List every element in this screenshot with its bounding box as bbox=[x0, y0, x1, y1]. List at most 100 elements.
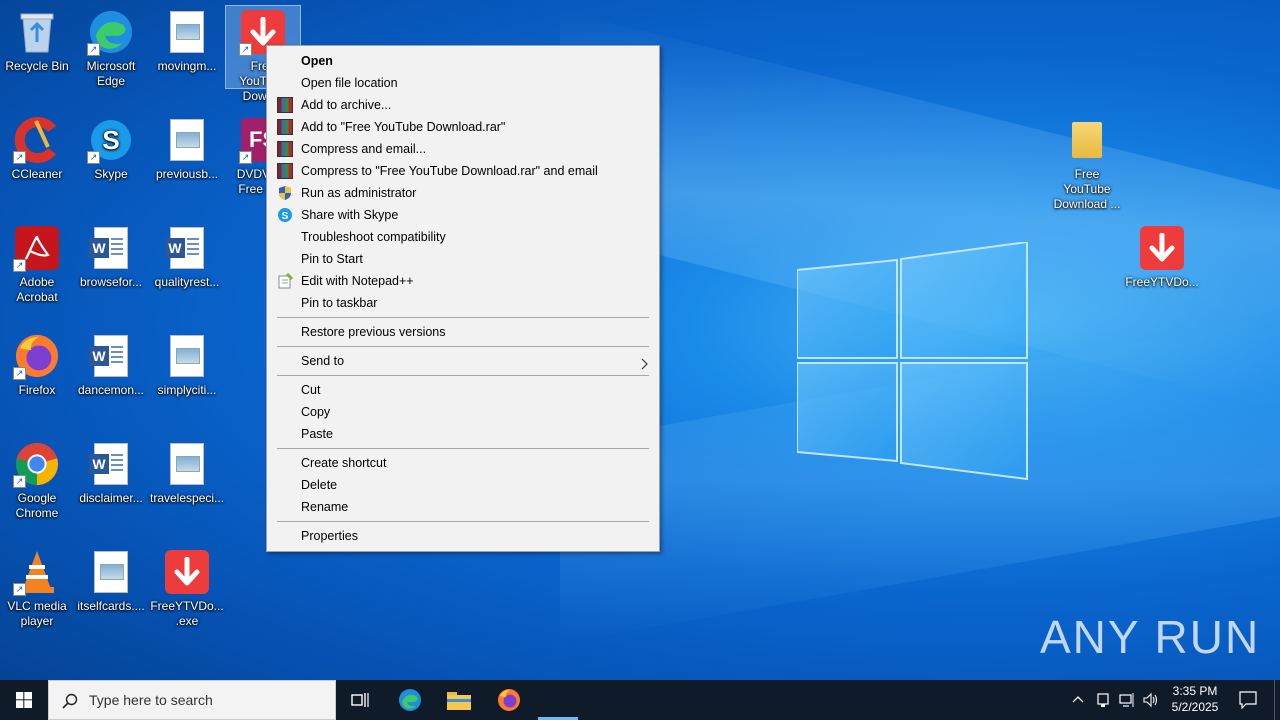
desktop-icon-label: movingm... bbox=[157, 59, 217, 73]
menu-item-send-to[interactable]: Send to bbox=[267, 350, 659, 372]
menu-item-paste[interactable]: Paste bbox=[267, 423, 659, 445]
desktop-icon-itself[interactable]: itselfcards.... bbox=[74, 546, 148, 614]
shortcut-arrow-icon: ↗ bbox=[87, 151, 100, 164]
desktop-icon-adobe[interactable]: ↗ Adobe Acrobat bbox=[0, 222, 74, 305]
action-center-button[interactable] bbox=[1230, 680, 1266, 720]
desktop-icon-firefox[interactable]: ↗ Firefox bbox=[0, 330, 74, 398]
word-doc-icon: W bbox=[163, 224, 211, 272]
folder-icon bbox=[1063, 116, 1111, 164]
desktop-icon-browse[interactable]: Wbrowsefor... bbox=[74, 222, 148, 290]
menu-separator bbox=[277, 346, 649, 347]
winrar-icon bbox=[277, 97, 293, 113]
desktop-icon-vlc[interactable]: ↗ VLC media player bbox=[0, 546, 74, 629]
menu-item-properties[interactable]: Properties bbox=[267, 525, 659, 547]
menu-item-compress-to-free-youtube-download-rar-and-email[interactable]: Compress to "Free YouTube Download.rar" … bbox=[267, 160, 659, 182]
menu-separator bbox=[277, 521, 649, 522]
menu-item-label: Create shortcut bbox=[301, 456, 387, 470]
anyrun-watermark: ANY RUN bbox=[1040, 611, 1261, 663]
tray-device-icon-button[interactable] bbox=[1092, 680, 1114, 720]
desktop-icon-simply[interactable]: simplyciti... bbox=[150, 330, 224, 398]
desktop-icon-freeyt[interactable]: FreeYTVDo... bbox=[1125, 222, 1199, 290]
taskbar-firefox-button[interactable] bbox=[488, 680, 530, 720]
desktop-icon-folder[interactable]: Free YouTube Download ... bbox=[1050, 114, 1124, 212]
menu-item-label: Open bbox=[301, 54, 333, 68]
network-button[interactable] bbox=[1116, 680, 1138, 720]
taskbar-edge-button[interactable] bbox=[390, 680, 430, 720]
file-explorer-icon bbox=[447, 692, 471, 710]
desktop-icon-label: browsefor... bbox=[79, 275, 143, 289]
volume-button[interactable] bbox=[1140, 680, 1162, 720]
menu-item-open-file-location[interactable]: Open file location bbox=[267, 72, 659, 94]
menu-item-label: Send to bbox=[301, 354, 345, 368]
desktop-icon-quality[interactable]: Wqualityrest... bbox=[150, 222, 224, 290]
windows-start-icon bbox=[16, 692, 32, 708]
menu-item-label: Copy bbox=[301, 405, 331, 419]
taskbar-explorer-button[interactable] bbox=[438, 680, 480, 720]
menu-item-label: Troubleshoot compatibility bbox=[301, 230, 446, 244]
word-doc-icon: W bbox=[87, 440, 135, 488]
desktop-icon-travel[interactable]: travelespeci... bbox=[150, 438, 224, 506]
image-file-icon bbox=[163, 8, 211, 56]
notification-icon bbox=[1239, 691, 1257, 709]
clock-date: 5/2/2025 bbox=[1171, 700, 1219, 714]
desktop-icon-label: Firefox bbox=[18, 383, 56, 397]
menu-item-label: Compress and email... bbox=[301, 142, 427, 156]
desktop-icon-moving[interactable]: movingm... bbox=[150, 6, 224, 74]
desktop-icon-freeexe[interactable]: FreeYTVDo... .exe bbox=[150, 546, 224, 629]
menu-item-restore-previous-versions[interactable]: Restore previous versions bbox=[267, 321, 659, 343]
menu-item-copy[interactable]: Copy bbox=[267, 401, 659, 423]
menu-item-delete[interactable]: Delete bbox=[267, 474, 659, 496]
menu-item-share-with-skype[interactable]: S Share with Skype bbox=[267, 204, 659, 226]
desktop-icon-label: qualityrest... bbox=[154, 275, 220, 289]
menu-separator bbox=[277, 448, 649, 449]
desktop-icon-label: VLC media player bbox=[7, 599, 67, 628]
menu-item-pin-to-start[interactable]: Pin to Start bbox=[267, 248, 659, 270]
desktop-icon-chrome[interactable]: ↗ Google Chrome bbox=[0, 438, 74, 521]
menu-item-edit-with-notepad[interactable]: Edit with Notepad++ bbox=[267, 270, 659, 292]
show-desktop-button[interactable] bbox=[1274, 680, 1280, 720]
menu-item-compress-and-email[interactable]: Compress and email... bbox=[267, 138, 659, 160]
menu-item-create-shortcut[interactable]: Create shortcut bbox=[267, 452, 659, 474]
menu-item-open[interactable]: Open bbox=[267, 50, 659, 72]
clock-button[interactable]: 3:35 PM 5/2/2025 bbox=[1166, 680, 1224, 720]
skype-icon: S ↗ bbox=[87, 116, 135, 164]
desktop-icon-recycle[interactable]: Recycle Bin bbox=[0, 6, 74, 74]
speaker-icon bbox=[1143, 692, 1158, 708]
show-hidden-icons-button[interactable] bbox=[1068, 680, 1088, 720]
desktop-icon-edge[interactable]: ↗ Microsoft Edge bbox=[74, 6, 148, 89]
taskbar: Type here to search 3:35 PM 5/2/2025 bbox=[0, 680, 1280, 720]
notepadpp-icon bbox=[277, 272, 294, 289]
menu-item-rename[interactable]: Rename bbox=[267, 496, 659, 518]
winrar-icon bbox=[277, 141, 293, 157]
desktop-icon-ccleaner[interactable]: ↗ CCleaner bbox=[0, 114, 74, 182]
desktop-icon-label: Microsoft Edge bbox=[86, 59, 136, 88]
menu-item-add-to-free-youtube-download-rar[interactable]: Add to "Free YouTube Download.rar" bbox=[267, 116, 659, 138]
menu-item-troubleshoot-compatibility[interactable]: Troubleshoot compatibility bbox=[267, 226, 659, 248]
recycle-bin-icon bbox=[13, 8, 61, 56]
desktop-icon-previous[interactable]: previousb... bbox=[150, 114, 224, 182]
menu-item-run-as-administrator[interactable]: Run as administrator bbox=[267, 182, 659, 204]
menu-item-label: Paste bbox=[301, 427, 333, 441]
shortcut-arrow-icon: ↗ bbox=[13, 583, 26, 596]
menu-item-cut[interactable]: Cut bbox=[267, 379, 659, 401]
desktop-icon-dance[interactable]: Wdancemon... bbox=[74, 330, 148, 398]
menu-item-label: Pin to Start bbox=[301, 252, 363, 266]
desktop-icon-skype[interactable]: S ↗ Skype bbox=[74, 114, 148, 182]
task-view-button[interactable] bbox=[340, 680, 380, 720]
desktop-icon-label: itselfcards.... bbox=[77, 599, 145, 613]
skype-icon: S bbox=[277, 207, 293, 223]
clock-time: 3:35 PM bbox=[1172, 684, 1218, 698]
start-button[interactable] bbox=[0, 680, 48, 720]
task-view-icon bbox=[351, 693, 369, 707]
desktop-icon-disclaimer[interactable]: Wdisclaimer... bbox=[74, 438, 148, 506]
taskbar-search-box[interactable]: Type here to search bbox=[48, 680, 336, 720]
desktop-icon-label: Free YouTube Download ... bbox=[1053, 167, 1121, 211]
menu-item-pin-to-taskbar[interactable]: Pin to taskbar bbox=[267, 292, 659, 314]
chevron-up-icon bbox=[1072, 696, 1084, 703]
desktop-icon-label: FreeYTVDo... .exe bbox=[150, 599, 224, 628]
shortcut-arrow-icon: ↗ bbox=[13, 367, 26, 380]
menu-item-label: Share with Skype bbox=[301, 208, 399, 222]
chrome-icon: ↗ bbox=[13, 440, 61, 488]
menu-item-add-to-archive[interactable]: Add to archive... bbox=[267, 94, 659, 116]
svg-text:S: S bbox=[282, 211, 289, 222]
